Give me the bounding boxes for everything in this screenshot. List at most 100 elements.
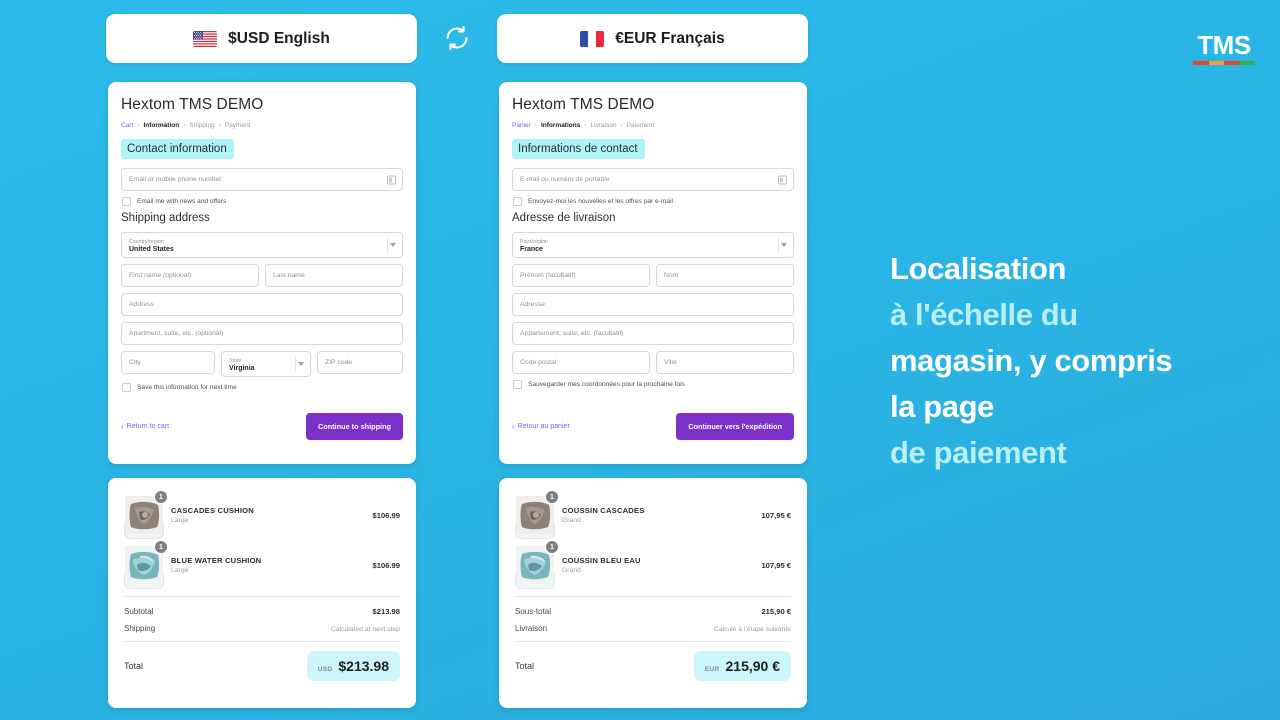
first-name-field[interactable]: First name (optional) [121,264,259,287]
headline-line-1: Localisation [890,251,1067,286]
first-name-field[interactable]: Prénom (facultatif) [512,264,650,287]
email-field[interactable]: E-mail ou numéro de portable [512,168,794,191]
save-info-checkbox[interactable] [122,383,131,392]
address-field[interactable]: Adresse [512,293,794,316]
breadcrumb-item-informations[interactable]: Informations [541,122,580,129]
line-item-variant: Grand [562,567,581,574]
headline-line-5: de paiement [890,435,1067,470]
postal-code-field[interactable]: Code postal [512,351,650,374]
zip-placeholder: ZIP code [325,359,353,366]
line-item-price: 107,95 € [761,510,791,520]
breadcrumb-item-payment[interactable]: Payment [225,122,251,129]
chevron-down-icon [298,362,304,366]
breadcrumb-separator: › [137,122,140,129]
breadcrumb-item-cart[interactable]: Cart [121,122,133,129]
headline-line-3: magasin, y compris [890,343,1173,378]
subtotal-row: Subtotal $213.98 [124,607,400,616]
list-item: 1 CASCADES CUSHION Large $106.99 [124,490,400,539]
product-thumbnail-wrap: 1 [515,490,559,539]
save-info-checkbox[interactable] [513,380,522,389]
line-item-text: COUSSIN BLEU EAU Grand [562,556,752,574]
return-to-cart-link[interactable]: ‹ Return to cart [121,422,170,431]
continue-to-shipping-button[interactable]: Continuer vers l'expédition [676,413,794,440]
total-label: Total [515,661,535,671]
select-divider [387,238,388,252]
breadcrumb-item-paiement[interactable]: Paiement [627,122,654,129]
us-flag-icon [193,30,218,47]
country-select[interactable]: Pays/région France [512,232,794,258]
total-amount-badge: EUR 215,90 € [693,651,791,681]
newsletter-checkbox-row[interactable]: Envoyez-moi les nouvelles et les offres … [513,197,794,206]
list-item: 1 BLUE WATER CUSHION Large $106.99 [124,540,400,589]
total-label: Total [124,661,144,671]
total-amount: 215,90 € [725,658,781,674]
newsletter-checkbox[interactable] [122,197,131,206]
contact-information-heading: Informations de contact [512,139,645,159]
breadcrumb-item-livraison[interactable]: Livraison [591,122,617,129]
line-item-variant: Large [171,517,189,524]
line-item-text: CASCADES CUSHION Large [171,506,364,524]
breadcrumb-item-panier[interactable]: Panier [512,122,531,129]
apartment-field[interactable]: Appartement, suite, etc. (facultatif) [512,322,794,345]
newsletter-label: Email me with news and offers [137,198,227,205]
newsletter-checkbox[interactable] [513,197,522,206]
locale-pill-label: $USD English [228,29,330,47]
newsletter-label: Envoyez-moi les nouvelles et les offres … [528,198,674,205]
order-summary-french: 1 COUSSIN CASCADES Grand 107,95 € 1 COUS… [499,478,807,708]
address-field[interactable]: Address [121,293,403,316]
country-select[interactable]: Country/region United States [121,232,403,258]
breadcrumb-separator: › [218,122,221,129]
marketing-headline: Localisation à l'échelle du magasin, y c… [890,246,1260,476]
apartment-placeholder: Apartment, suite, etc. (optional) [129,330,224,337]
breadcrumb-separator: › [534,122,537,129]
save-info-checkbox-row[interactable]: Sauvegarder mes coordonnées pour la proc… [513,380,794,389]
line-item-name: COUSSIN CASCADES [562,506,645,515]
continue-to-shipping-button[interactable]: Continue to shipping [306,413,403,440]
line-item-variant: Large [171,567,189,574]
line-item-name: CASCADES CUSHION [171,506,254,515]
zip-field[interactable]: ZIP code [317,351,403,374]
city-field[interactable]: City [121,351,215,374]
shipping-address-heading: Shipping address [121,212,210,224]
line-item-name: BLUE WATER CUSHION [171,556,262,565]
city-field[interactable]: Ville [656,351,794,374]
total-amount-badge: USD $213.98 [306,651,400,681]
contact-card-icon[interactable] [778,175,787,184]
email-field[interactable]: Email or mobile phone number [121,168,403,191]
select-divider [778,238,779,252]
shipping-row: Shipping Calculated at next step [124,624,400,633]
save-info-label: Save this information for next time [137,384,237,391]
return-to-cart-link[interactable]: ‹ Retour au panier [512,421,570,431]
postal-code-placeholder: Code postal [520,359,557,366]
blue-water-cushion-thumbnail [124,546,164,589]
state-select[interactable]: State Virginia [221,351,311,377]
refresh-swap-icon[interactable] [442,23,472,53]
country-value: United States [129,246,174,253]
last-name-field[interactable]: Last name [265,264,403,287]
line-item-price: 107,95 € [761,560,791,570]
return-to-cart-label: Return to cart [126,423,170,430]
locale-pill-eur-francais[interactable]: €EUR Français [497,14,808,63]
save-info-checkbox-row[interactable]: Save this information for next time [122,383,403,392]
locale-pill-usd-english[interactable]: $USD English [106,14,417,63]
subtotal-value: 215,90 € [761,607,791,616]
list-item: 1 COUSSIN BLEU EAU Grand 107,95 € [515,540,791,589]
apartment-placeholder: Appartement, suite, etc. (facultatif) [520,330,624,337]
logo-wordmark: TMS [1197,30,1251,60]
shipping-address-heading: Adresse de livraison [512,212,616,224]
total-amount: $213.98 [338,658,389,674]
email-placeholder: Email or mobile phone number [129,176,222,183]
newsletter-checkbox-row[interactable]: Email me with news and offers [122,197,403,206]
totals-section: Sous-total 215,90 € Livraison Calculé à … [499,597,807,633]
apartment-field[interactable]: Apartment, suite, etc. (optional) [121,322,403,345]
cascades-cushion-thumbnail [124,496,164,539]
breadcrumb-item-shipping[interactable]: Shipping [189,122,214,129]
last-name-field[interactable]: Nom [656,264,794,287]
chevron-left-icon: ‹ [512,421,515,431]
contact-card-icon[interactable] [387,175,396,184]
tms-logo: TMS [1193,32,1255,65]
breadcrumb-item-information[interactable]: Information [143,122,179,129]
grand-total-row: Total USD $213.98 [108,642,416,681]
save-info-label: Sauvegarder mes coordonnées pour la proc… [528,381,685,388]
city-placeholder: Ville [664,359,677,366]
